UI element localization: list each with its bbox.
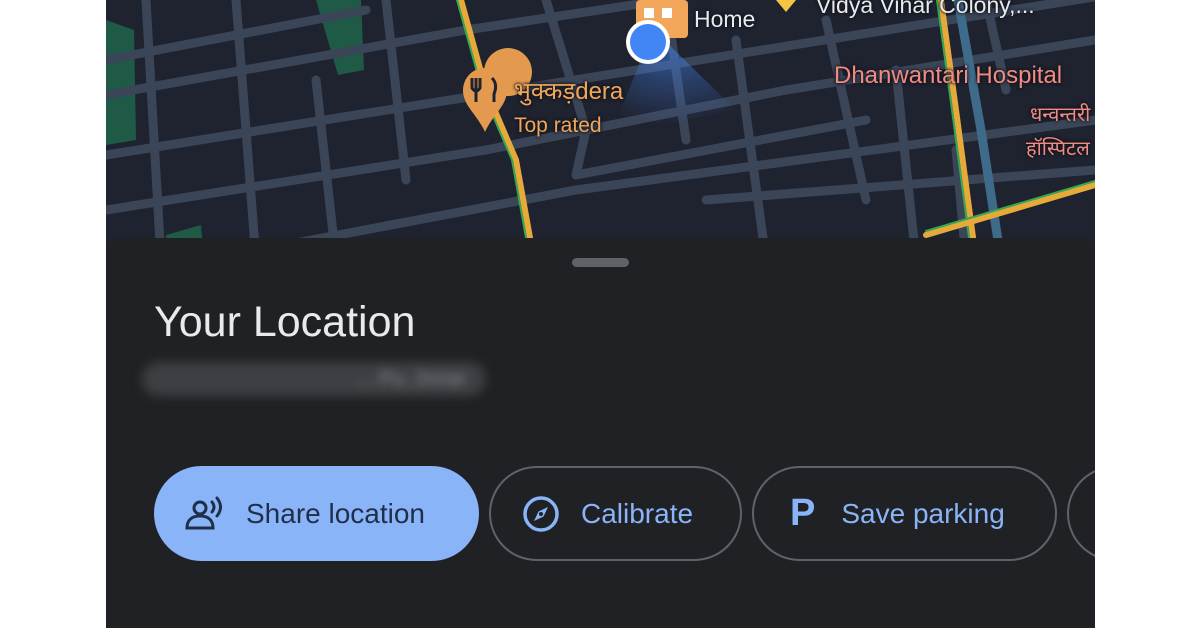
share-location-icon [184, 496, 226, 532]
calibrate-label: Calibrate [581, 497, 694, 529]
hospital-name-label[interactable]: Dhanwantari Hospital [834, 62, 1062, 90]
share-location-label: Share location [246, 497, 426, 529]
parking-icon: P [790, 492, 816, 534]
sheet-title: Your Location [154, 298, 416, 346]
location-bottom-sheet[interactable]: Your Location ... Pu, 2nnar Share locati… [106, 238, 1095, 628]
hospital-hindi-label-1: धन्वन्तरी [1030, 104, 1091, 126]
user-location-dot[interactable] [626, 20, 670, 64]
address-text-blurred: ... Pu, 2nnar [142, 362, 486, 396]
share-location-button[interactable]: Share location [154, 466, 479, 561]
save-parking-label: Save parking [841, 497, 1005, 529]
compass-icon [521, 494, 561, 534]
hospital-hindi-label-2: हॉस्पिटल [1026, 138, 1090, 160]
restaurant-name-label[interactable]: भुक्कड़dera [514, 74, 623, 107]
more-actions-chip[interactable] [1067, 466, 1095, 561]
maps-screen: Home Vidya Vihar Colony,... भुक्कड़dera … [106, 0, 1095, 628]
save-parking-button[interactable]: P Save parking [752, 466, 1057, 561]
colony-label[interactable]: Vidya Vihar Colony,... [816, 0, 1035, 19]
map-view[interactable]: Home Vidya Vihar Colony,... भुक्कड़dera … [106, 0, 1095, 260]
park-area [106, 20, 136, 145]
sheet-drag-handle[interactable] [572, 258, 629, 267]
restaurant-tag-label: Top rated [514, 114, 602, 137]
calibrate-button[interactable]: Calibrate [489, 466, 742, 561]
home-label[interactable]: Home [694, 6, 755, 33]
